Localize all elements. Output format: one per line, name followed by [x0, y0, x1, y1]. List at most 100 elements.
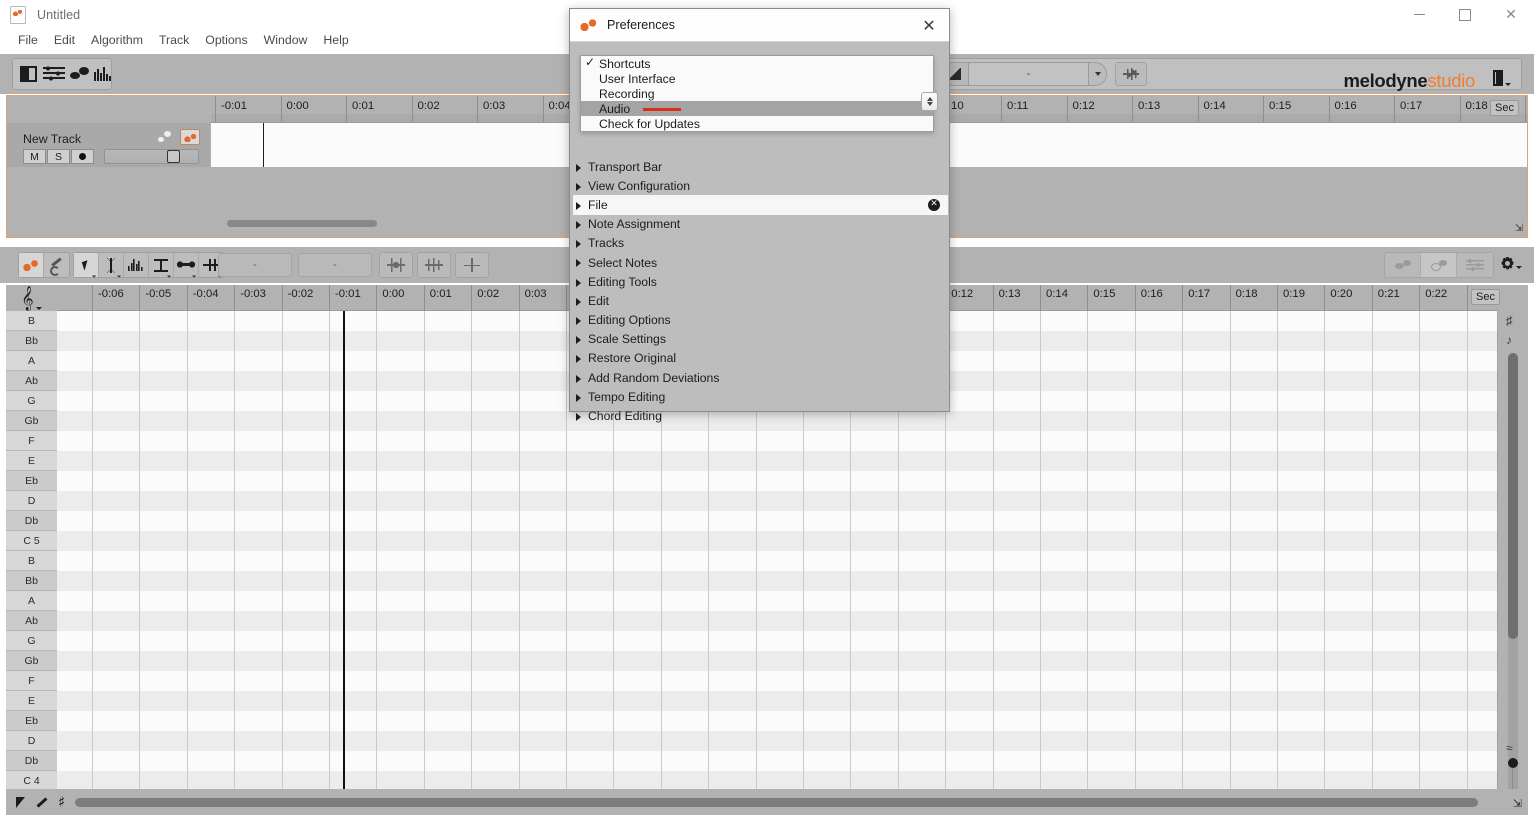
pitch-tool-button[interactable]	[99, 253, 124, 278]
record-button[interactable]	[71, 149, 94, 164]
chevron-right-icon[interactable]	[576, 240, 581, 249]
blob-outline-view-button[interactable]	[1421, 253, 1457, 277]
clef-button[interactable]: 𝄞	[6, 285, 57, 311]
blobs-icon[interactable]	[69, 67, 89, 81]
chevron-right-icon[interactable]	[576, 278, 581, 287]
resize-corner-icon[interactable]: ⇲	[1513, 797, 1522, 810]
piano-key[interactable]: A	[6, 591, 57, 611]
quantize-pitch-button[interactable]	[379, 252, 413, 278]
time-handle-button[interactable]	[174, 253, 199, 278]
menu-item-track[interactable]: Track	[151, 29, 197, 51]
grid-row[interactable]	[57, 671, 1497, 691]
menu-item-options[interactable]: Options	[197, 29, 255, 51]
track-header[interactable]: New Track M S	[7, 123, 210, 167]
pitch-modulation-button[interactable]	[124, 253, 149, 277]
piano-key[interactable]: B	[6, 551, 57, 571]
piano-key[interactable]: Bb	[6, 331, 57, 351]
grid-row[interactable]	[57, 771, 1497, 789]
preferences-category-row[interactable]: Note Assignment	[570, 215, 951, 234]
mixer-icon[interactable]	[43, 65, 65, 83]
dropdown-option[interactable]: User Interface	[581, 71, 933, 86]
grid-row[interactable]	[57, 431, 1497, 451]
chevron-right-icon[interactable]	[576, 336, 581, 345]
preferences-category-row[interactable]: Select Notes	[570, 253, 951, 272]
info-field-2[interactable]: -	[298, 253, 372, 277]
piano-key[interactable]: C 5	[6, 531, 57, 551]
chevron-right-icon[interactable]	[576, 221, 581, 230]
menu-item-help[interactable]: Help	[315, 29, 356, 51]
algorithm-combo[interactable]: -	[941, 62, 1107, 86]
pencil-tool-icon[interactable]	[35, 796, 48, 809]
dropdown-option[interactable]: Audio	[581, 101, 933, 116]
chevron-right-icon[interactable]	[576, 412, 581, 421]
sharp-icon[interactable]: ♯	[1506, 313, 1513, 328]
chevron-right-icon[interactable]	[576, 163, 581, 172]
chevron-right-icon[interactable]	[576, 201, 581, 210]
grid-row[interactable]	[57, 691, 1497, 711]
solo-button[interactable]: S	[47, 149, 70, 164]
piano-key[interactable]: G	[6, 631, 57, 651]
preferences-category-row[interactable]: Edit	[570, 291, 951, 310]
panel-left-icon[interactable]	[20, 66, 38, 82]
piano-key[interactable]: A	[6, 351, 57, 371]
melodyne-icon[interactable]	[180, 129, 200, 145]
track-name[interactable]: New Track	[23, 132, 81, 146]
preferences-category-row[interactable]: Tempo Editing	[570, 387, 951, 406]
maximize-icon[interactable]	[1442, 0, 1488, 29]
editor-horizontal-scrollbar[interactable]	[75, 797, 1478, 807]
sharp-icon[interactable]: ♯	[58, 794, 65, 810]
chevron-down-icon[interactable]	[1088, 63, 1106, 85]
waveform-icon[interactable]: ≈	[1506, 741, 1513, 755]
preferences-category-row[interactable]: Transport Bar	[570, 157, 951, 176]
wrench-tool-button[interactable]	[44, 253, 69, 277]
chevron-right-icon[interactable]	[576, 355, 581, 364]
menu-item-algorithm[interactable]: Algorithm	[83, 29, 151, 51]
menu-item-file[interactable]: File	[10, 29, 46, 51]
grid-row[interactable]	[57, 551, 1497, 571]
grid-row[interactable]	[57, 591, 1497, 611]
piano-key[interactable]: Eb	[6, 711, 57, 731]
dropdown-option[interactable]: Check for Updates	[581, 116, 933, 131]
grid-row[interactable]	[57, 751, 1497, 771]
vertical-scrollbar[interactable]	[1508, 353, 1518, 793]
preferences-category-row[interactable]: View Configuration	[570, 176, 951, 195]
piano-key[interactable]: Gb	[6, 411, 57, 431]
clear-icon[interactable]: ✕	[928, 198, 940, 211]
chevron-right-icon[interactable]	[576, 317, 581, 325]
grid-row[interactable]	[57, 711, 1497, 731]
melodyne-tool-button[interactable]	[19, 253, 44, 277]
resize-corner-icon[interactable]: ⇲	[1513, 223, 1525, 235]
piano-key[interactable]: F	[6, 431, 57, 451]
track-volume-slider[interactable]	[104, 149, 199, 164]
cursor-tool-icon[interactable]	[16, 796, 25, 808]
piano-key[interactable]: Eb	[6, 471, 57, 491]
arrow-tool-button[interactable]	[74, 253, 99, 278]
chevron-right-icon[interactable]	[576, 374, 581, 383]
spread-button[interactable]	[1115, 62, 1147, 86]
piano-key[interactable]: B	[6, 311, 57, 331]
piano-key[interactable]: Gb	[6, 651, 57, 671]
close-icon[interactable]: ✕	[915, 11, 943, 39]
preferences-category-row[interactable]: Scale Settings	[570, 330, 951, 349]
grid-row[interactable]	[57, 611, 1497, 631]
time-unit-top[interactable]: Sec	[1490, 100, 1519, 116]
track-horizontal-scrollbar[interactable]	[227, 220, 377, 227]
piano-key[interactable]: D	[6, 731, 57, 751]
preferences-category-row[interactable]: File ✕	[573, 195, 948, 215]
preferences-category-row[interactable]: Tracks	[570, 234, 951, 253]
mixer-view-button[interactable]	[1457, 253, 1493, 277]
vertical-scrollbar-thumb[interactable]	[1508, 353, 1518, 639]
close-icon[interactable]: ✕	[1488, 0, 1534, 29]
grid-row[interactable]	[57, 471, 1497, 491]
time-unit-editor[interactable]: Sec	[1471, 289, 1500, 305]
piano-key[interactable]: Db	[6, 511, 57, 531]
note-icon[interactable]: ♪	[1506, 333, 1512, 347]
grid-row[interactable]	[57, 491, 1497, 511]
preferences-category-row[interactable]: Add Random Deviations	[570, 368, 951, 387]
chevron-right-icon[interactable]	[576, 393, 581, 402]
info-field-1[interactable]: -	[218, 253, 292, 277]
minimize-icon[interactable]	[1396, 0, 1442, 29]
grid-row[interactable]	[57, 631, 1497, 651]
preferences-category-row[interactable]: Editing Tools	[570, 272, 951, 291]
menu-item-edit[interactable]: Edit	[46, 29, 83, 51]
